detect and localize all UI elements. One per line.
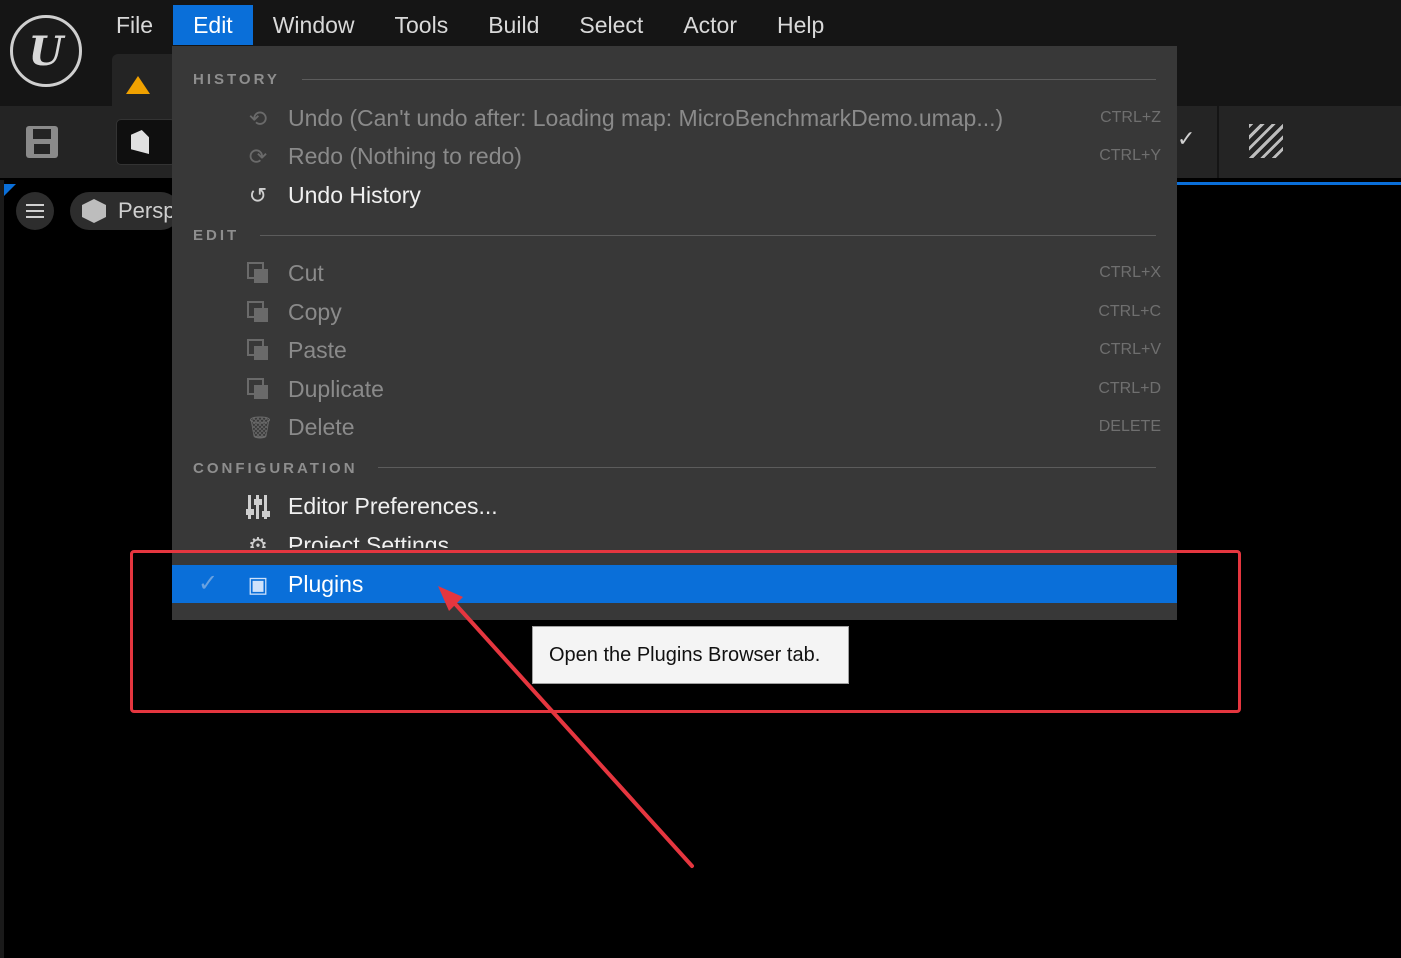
- menu-edit[interactable]: Edit: [173, 5, 253, 45]
- viewport-left-border: [0, 180, 4, 958]
- menu-item-shortcut: CTRL+C: [1098, 303, 1161, 320]
- history-icon: ↺: [248, 183, 268, 208]
- menu-item-redo[interactable]: ⟳ Redo (Nothing to redo) CTRL+Y: [172, 137, 1177, 175]
- viewport-corner-marker: [4, 184, 16, 196]
- menu-bar: File Edit Window Tools Build Select Acto…: [0, 0, 1401, 46]
- select-mode-icon: [131, 130, 149, 154]
- hamburger-icon-line: [26, 210, 44, 212]
- level-icon: [126, 76, 150, 94]
- menu-item-cut[interactable]: Cut CTRL+X: [172, 254, 1177, 292]
- section-header-configuration: CONFIGURATION: [193, 460, 358, 477]
- menu-tools[interactable]: Tools: [375, 5, 469, 45]
- annotation-highlight-box: [130, 550, 1241, 713]
- menu-item-label: Paste: [288, 337, 347, 363]
- platforms-icon[interactable]: [1249, 124, 1283, 158]
- perspective-button[interactable]: Persp: [70, 192, 180, 230]
- paste-icon: [246, 339, 270, 363]
- duplicate-icon: [246, 378, 270, 402]
- menu-file[interactable]: File: [96, 5, 173, 45]
- menu-item-shortcut: CTRL+X: [1099, 264, 1161, 281]
- menu-item-shortcut: CTRL+D: [1098, 380, 1161, 397]
- menu-item-label: Delete: [288, 414, 355, 440]
- unreal-logo-icon[interactable]: U: [10, 15, 82, 87]
- menu-item-project-settings[interactable]: ⚙ Project Settings: [172, 526, 1177, 548]
- viewport-options-button[interactable]: [16, 192, 54, 230]
- section-divider: [260, 235, 1156, 236]
- menu-item-duplicate[interactable]: Duplicate CTRL+D: [172, 370, 1177, 408]
- menu-item-label: Cut: [288, 260, 324, 286]
- cube-icon: [82, 199, 106, 223]
- section-divider: [302, 79, 1156, 80]
- menu-item-label: Redo (Nothing to redo): [288, 143, 522, 169]
- menu-item-label: Undo (Can't undo after: Loading map: Mic…: [288, 105, 1004, 131]
- perspective-label: Persp: [118, 198, 176, 223]
- logo-letter: U: [28, 27, 64, 75]
- section-header-edit: EDIT: [193, 227, 240, 244]
- menu-item-delete[interactable]: 🗑 Delete DELETE: [172, 408, 1177, 446]
- menu-item-shortcut: CTRL+V: [1099, 341, 1161, 358]
- menu-window[interactable]: Window: [253, 5, 375, 45]
- gear-icon: ⚙: [248, 533, 268, 549]
- menu-item-label: Project Settings: [288, 532, 450, 548]
- toolbar-separator: [1217, 106, 1219, 178]
- redo-icon: ⟳: [248, 144, 268, 169]
- copy-icon: [246, 301, 270, 325]
- menu-help[interactable]: Help: [757, 5, 844, 45]
- section-header-history: HISTORY: [193, 71, 280, 88]
- hamburger-icon-line: [26, 216, 44, 218]
- menu-item-undo-history[interactable]: ↺ Undo History: [172, 176, 1177, 214]
- menu-item-editor-preferences[interactable]: Editor Preferences...: [172, 487, 1177, 525]
- menu-item-undo[interactable]: ⟲ Undo (Can't undo after: Loading map: M…: [172, 99, 1177, 137]
- menu-item-label: Undo History: [288, 182, 421, 208]
- menu-item-label: Copy: [288, 299, 342, 325]
- hamburger-icon-line: [26, 204, 44, 206]
- main-menu: File Edit Window Tools Build Select Acto…: [96, 5, 844, 45]
- menu-item-shortcut: CTRL+Z: [1100, 109, 1161, 126]
- section-divider: [378, 467, 1156, 468]
- menu-build[interactable]: Build: [468, 5, 559, 45]
- check-icon[interactable]: ✓: [1177, 126, 1195, 152]
- menu-item-paste[interactable]: Paste CTRL+V: [172, 331, 1177, 369]
- menu-item-label: Duplicate: [288, 376, 384, 402]
- undo-icon: ⟲: [248, 106, 268, 131]
- menu-item-label: Editor Preferences...: [288, 493, 498, 519]
- toolbar-right: ✓: [1177, 106, 1401, 178]
- viewport-focus-line: [1177, 182, 1401, 185]
- menu-item-shortcut: DELETE: [1098, 418, 1161, 435]
- menu-actor[interactable]: Actor: [663, 5, 757, 45]
- menu-select[interactable]: Select: [559, 5, 663, 45]
- save-icon[interactable]: [26, 126, 58, 158]
- selection-mode-button[interactable]: [116, 119, 176, 165]
- cut-icon: [246, 262, 270, 286]
- menu-item-shortcut: CTRL+Y: [1099, 147, 1161, 164]
- menu-item-copy[interactable]: Copy CTRL+C: [172, 293, 1177, 331]
- sliders-icon: [246, 495, 270, 519]
- edit-menu-dropdown: HISTORY ⟲ Undo (Can't undo after: Loadin…: [172, 46, 1177, 620]
- trash-icon: 🗑: [246, 415, 274, 440]
